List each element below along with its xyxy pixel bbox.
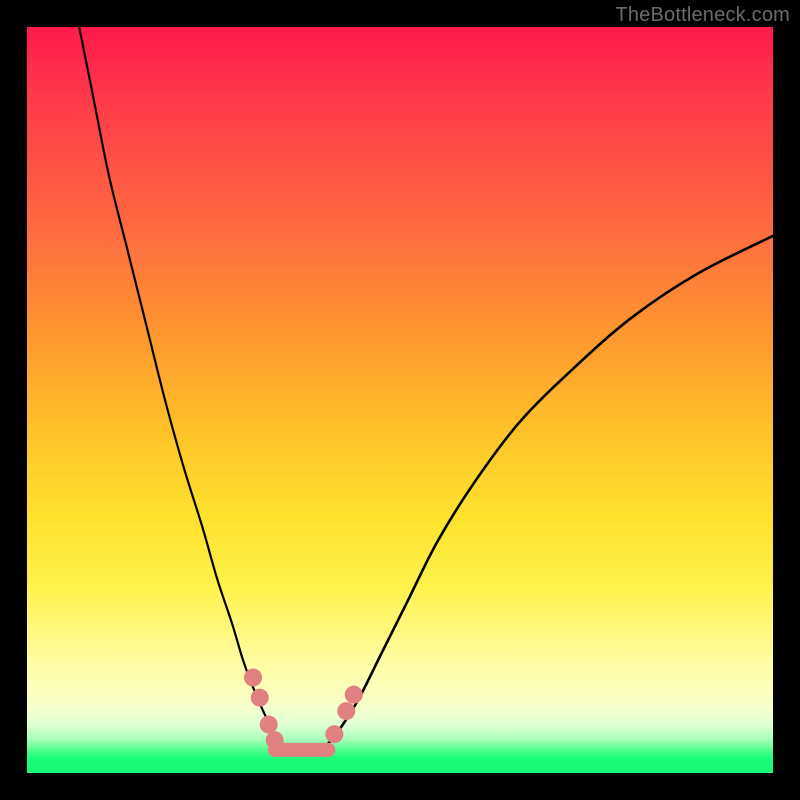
watermark-text: TheBottleneck.com [615, 4, 790, 27]
marker-dot [345, 686, 363, 704]
right-curve [325, 236, 773, 747]
curves-svg [27, 27, 773, 773]
marker-dot [337, 702, 355, 720]
chart-stage: TheBottleneck.com [0, 0, 800, 800]
plot-area [27, 27, 773, 773]
marker-dot [260, 716, 278, 734]
marker-dot [251, 689, 269, 707]
marker-dot [325, 725, 343, 743]
marker-dot [244, 669, 262, 687]
left-curve [79, 27, 280, 747]
marker-dot [266, 731, 284, 749]
